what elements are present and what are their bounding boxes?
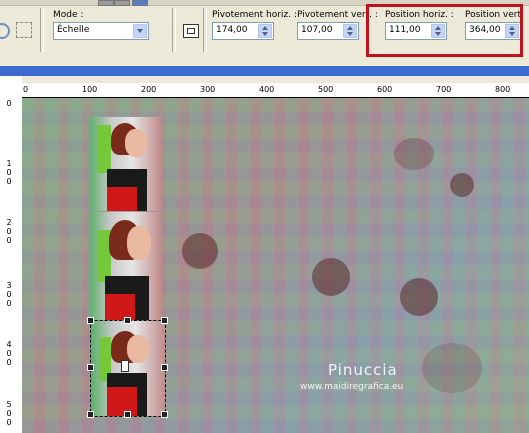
image-canvas[interactable]: Pinuccia www.maidiregrafica.eu bbox=[22, 98, 529, 433]
ruler-horizontal: 0 100 200 300 400 500 600 700 800 bbox=[22, 83, 529, 98]
ruler-tick-label: 700 bbox=[436, 85, 452, 94]
ruler-tick-label: 1 0 0 bbox=[6, 159, 12, 186]
resize-handle[interactable] bbox=[161, 317, 168, 324]
resize-handle[interactable] bbox=[87, 317, 94, 324]
pivot-v-field[interactable]: 107,00 bbox=[297, 22, 359, 40]
decor-circle bbox=[422, 343, 482, 393]
deform-icon[interactable] bbox=[16, 22, 32, 38]
ruler-tick-label: 800 bbox=[495, 85, 511, 94]
reset-transform-icon[interactable] bbox=[183, 24, 199, 38]
ruler-tick-label: 4 0 0 bbox=[6, 340, 12, 367]
mode-label: Mode : bbox=[53, 10, 84, 20]
separator bbox=[172, 8, 176, 52]
resize-handle[interactable] bbox=[87, 411, 94, 418]
separator bbox=[40, 8, 44, 52]
resize-handle[interactable] bbox=[161, 364, 168, 371]
pivot-v-value: 107,00 bbox=[301, 25, 333, 35]
ruler-tick-label: 200 bbox=[141, 85, 157, 94]
ruler-vertical: 0 1 0 0 2 0 0 3 0 0 4 0 0 5 0 0 bbox=[0, 97, 23, 433]
pivot-h-label: Pivotement horiz. : bbox=[212, 10, 297, 20]
ruler-tick-label: 3 0 0 bbox=[6, 281, 12, 308]
resize-handle[interactable] bbox=[161, 411, 168, 418]
tool-icon[interactable] bbox=[0, 23, 10, 39]
toolbar-button[interactable] bbox=[114, 0, 130, 6]
decor-circle bbox=[312, 258, 350, 296]
mode-select[interactable]: Échelle bbox=[53, 22, 149, 40]
resize-handle[interactable] bbox=[87, 364, 94, 371]
toolbar-button[interactable] bbox=[98, 0, 114, 6]
mode-select-value: Échelle bbox=[57, 25, 90, 35]
ruler-tick-label: 300 bbox=[200, 85, 216, 94]
spin-buttons[interactable] bbox=[258, 24, 272, 38]
tool-options-bar: Mode : Échelle Pivotement horiz. : 174,0… bbox=[0, 0, 529, 66]
image-window-titlebar[interactable] bbox=[0, 66, 529, 76]
decor-circle bbox=[450, 173, 474, 197]
separator bbox=[203, 8, 207, 52]
watermark-name: Pinuccia bbox=[328, 361, 398, 379]
spin-buttons[interactable] bbox=[343, 24, 357, 38]
portrait-layer[interactable] bbox=[88, 116, 162, 213]
resize-handle[interactable] bbox=[124, 317, 131, 324]
pivot-h-value: 174,00 bbox=[216, 25, 248, 35]
ruler-tick-label: 0 bbox=[23, 85, 29, 94]
decor-circle bbox=[400, 278, 438, 316]
highlight-box bbox=[366, 4, 523, 57]
ruler-corner bbox=[0, 76, 22, 97]
pivot-handle[interactable] bbox=[121, 360, 129, 372]
ruler-tick-label: 5 0 0 bbox=[6, 400, 12, 427]
ruler-tick-label: 0 bbox=[6, 99, 12, 108]
toolbar-button[interactable] bbox=[132, 0, 148, 6]
decor-circle bbox=[394, 138, 434, 170]
ruler-tick-label: 100 bbox=[82, 85, 98, 94]
pivot-h-field[interactable]: 174,00 bbox=[212, 22, 274, 40]
ruler-tick-label: 500 bbox=[318, 85, 334, 94]
watermark-site: www.maidiregrafica.eu bbox=[300, 382, 404, 392]
ruler-tick-label: 2 0 0 bbox=[6, 218, 12, 245]
portrait-layer[interactable] bbox=[88, 211, 162, 321]
decor-circle bbox=[182, 233, 218, 269]
resize-handle[interactable] bbox=[124, 411, 131, 418]
chevron-down-icon[interactable] bbox=[133, 24, 147, 38]
ruler-tick-label: 400 bbox=[259, 85, 275, 94]
ruler-tick-label: 600 bbox=[377, 85, 393, 94]
